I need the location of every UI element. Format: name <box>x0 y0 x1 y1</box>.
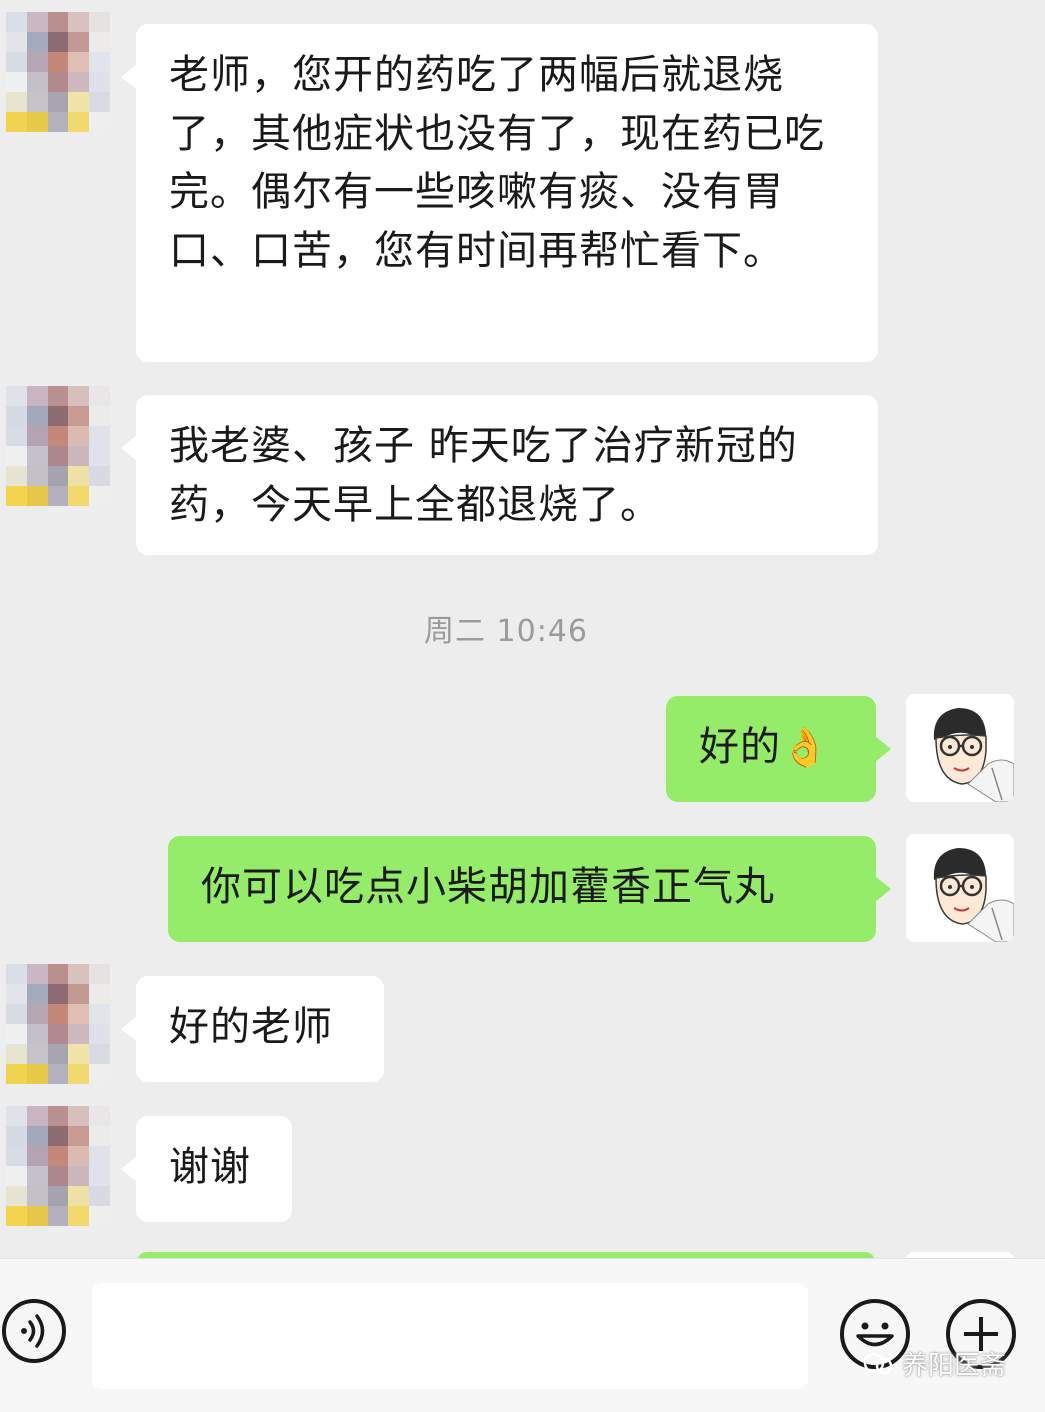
bubble-tail <box>121 64 137 90</box>
doctor-cartoon-icon <box>933 708 1014 802</box>
input-toolbar: 养阳医斋 <box>0 1258 1045 1412</box>
bubble-tail <box>121 1156 137 1182</box>
doctor-avatar[interactable] <box>906 834 1014 942</box>
bubble-tail <box>875 736 891 762</box>
contact-avatar[interactable] <box>6 386 110 506</box>
message-bubble-incoming[interactable]: 老师，您开的药吃了两幅后就退烧了，其他症状也没有了，现在药已吃完。偶尔有一些咳嗽… <box>121 24 878 362</box>
message-bubble-incoming[interactable]: 谢谢 <box>121 1116 292 1222</box>
voice-icon <box>21 1314 45 1348</box>
chat-area[interactable]: 老师，您开的药吃了两幅后就退烧了，其他症状也没有了，现在药已吃完。偶尔有一些咳嗽… <box>0 0 1045 1258</box>
ok-hand-emoji-icon: 👌 <box>781 725 830 769</box>
message-text: 你可以吃点小柴胡加藿香正气丸 <box>201 864 775 910</box>
wechat-official-account-icon <box>863 1352 893 1374</box>
message-text: 谢谢 <box>169 1144 251 1190</box>
message-text: 好的老师 <box>169 1004 333 1050</box>
timestamp: 周二 10:46 <box>424 614 588 649</box>
message-text: 好的 <box>699 724 781 770</box>
contact-avatar[interactable] <box>6 12 110 132</box>
bubble-tail <box>121 1016 137 1042</box>
message-text: 我老婆、孩子 昨天吃了治疗新冠的药，今天早上全都退烧了。 <box>169 423 798 528</box>
message-text: 老师，您开的药吃了两幅后就退烧了，其他症状也没有了，现在药已吃完。偶尔有一些咳嗽… <box>169 52 825 274</box>
doctor-avatar[interactable] <box>906 694 1014 802</box>
watermark-text: 养阳医斋 <box>902 1351 1007 1381</box>
message-input[interactable] <box>92 1283 808 1389</box>
bubble-tail <box>121 435 137 461</box>
doctor-cartoon-icon <box>933 848 1014 942</box>
contact-avatar[interactable] <box>6 1106 110 1226</box>
contact-avatar[interactable] <box>6 964 110 1084</box>
voice-button[interactable] <box>2 1299 66 1363</box>
bubble-tail <box>875 876 891 902</box>
watermark: 养阳医斋 <box>862 1345 1006 1382</box>
message-bubble-outgoing[interactable]: 好的👌 <box>666 696 891 802</box>
message-bubble-incoming[interactable]: 我老婆、孩子 昨天吃了治疗新冠的药，今天早上全都退烧了。 <box>121 395 878 555</box>
message-bubble-outgoing[interactable]: 你可以吃点小柴胡加藿香正气丸 <box>168 836 891 942</box>
message-bubble-incoming[interactable]: 好的老师 <box>121 976 384 1082</box>
